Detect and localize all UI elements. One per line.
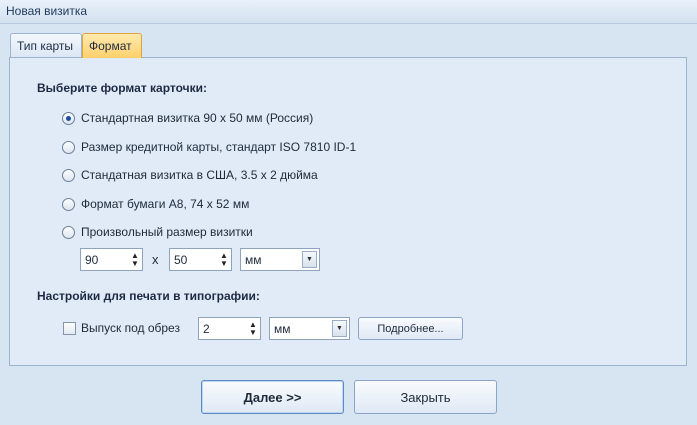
bleed-unit-select[interactable]: мм ▼: [269, 317, 350, 340]
radio-option-custom[interactable]: Произвольный размер визитки: [62, 223, 253, 241]
radio-option-usa[interactable]: Стандатная визитка в США, 3.5 х 2 дюйма: [62, 166, 318, 184]
details-button[interactable]: Подробнее...: [358, 317, 463, 340]
radio-option-label: Стандартная визитка 90 х 50 мм (Россия): [81, 111, 314, 125]
bleed-spinner[interactable]: 2 ▲ ▼: [198, 317, 261, 340]
radio-option-label: Формат бумаги A8, 74 х 52 мм: [81, 197, 250, 211]
radio-button-icon[interactable]: [62, 225, 75, 239]
tab-format[interactable]: Формат: [82, 33, 142, 58]
window-title: Новая визитка: [6, 4, 88, 18]
chevron-down-icon[interactable]: ▼: [332, 320, 347, 337]
radio-option-russia[interactable]: Стандартная визитка 90 х 50 мм (Россия): [62, 109, 313, 127]
radio-option-label: Стандатная визитка в США, 3.5 х 2 дюйма: [81, 168, 318, 182]
chevron-down-icon[interactable]: ▼: [302, 251, 317, 268]
print-section-title: Настройки для печати в типографии:: [37, 289, 260, 303]
bleed-label: Выпуск под обрез: [81, 321, 180, 335]
radio-option-label: Произвольный размер визитки: [81, 225, 253, 239]
format-section-title: Выберите формат карточки:: [37, 81, 207, 95]
height-spinner[interactable]: 50 ▲ ▼: [169, 248, 232, 271]
title-bar: Новая визитка: [0, 0, 697, 24]
unit-select[interactable]: мм ▼: [240, 248, 320, 271]
radio-button-icon[interactable]: [62, 197, 75, 211]
tab-card-type[interactable]: Тип карты: [10, 33, 82, 57]
radio-button-icon[interactable]: [62, 111, 75, 125]
radio-button-icon[interactable]: [62, 168, 75, 182]
close-button[interactable]: Закрыть: [354, 380, 497, 414]
bleed-unit-value: мм: [274, 321, 291, 336]
width-spinner[interactable]: 90 ▲ ▼: [80, 248, 143, 271]
bleed-checkbox[interactable]: [63, 321, 76, 335]
radio-option-a8[interactable]: Формат бумаги A8, 74 х 52 мм: [62, 195, 249, 213]
next-button[interactable]: Далее >>: [201, 380, 344, 414]
spinner-arrows-icon[interactable]: ▲ ▼: [128, 249, 142, 270]
spinner-arrows-icon[interactable]: ▲ ▼: [246, 318, 260, 339]
width-value: 90: [85, 252, 99, 267]
unit-value: мм: [245, 252, 262, 267]
size-separator: x: [152, 252, 159, 267]
radio-button-icon[interactable]: [62, 140, 75, 154]
spinner-arrows-icon[interactable]: ▲ ▼: [217, 249, 231, 270]
height-value: 50: [174, 252, 188, 267]
radio-option-credit-card[interactable]: Размер кредитной карты, стандарт ISO 781…: [62, 138, 356, 156]
bleed-checkbox-row[interactable]: Выпуск под обрез: [63, 319, 180, 337]
bleed-value: 2: [203, 321, 210, 336]
radio-option-label: Размер кредитной карты, стандарт ISO 781…: [81, 140, 357, 154]
